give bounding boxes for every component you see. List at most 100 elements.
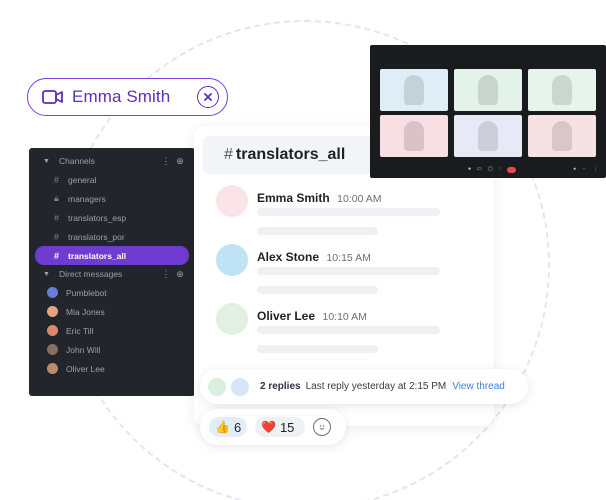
screen-share-icon[interactable]: ▢ [488, 166, 493, 172]
dm-label: Pumblebot [66, 287, 107, 298]
message-author[interactable]: Oliver Lee [257, 309, 315, 323]
participant-avatar [404, 121, 424, 151]
more-options-icon[interactable]: ⋮ [159, 156, 173, 167]
reaction-count: 15 [279, 419, 295, 435]
sidebar-channel-item[interactable]: # translators_all [35, 246, 189, 265]
dm-header[interactable]: ▼ Direct messages ⋮ ⊕ [29, 265, 195, 283]
close-call-button[interactable] [197, 86, 219, 108]
channel-label: managers [68, 193, 106, 204]
channel-label: translators_por [68, 231, 125, 242]
hash-icon: # [54, 174, 60, 185]
message-text-placeholder [257, 227, 378, 235]
sidebar-dm-item[interactable]: Mia Jones [29, 302, 195, 321]
video-tile[interactable] [454, 69, 522, 111]
add-dm-icon[interactable]: ⊕ [173, 269, 187, 280]
sidebar: ▼ Channels ⋮ ⊕ # general 🔒︎ managers # transl… [29, 148, 195, 396]
message-time: 10:00 AM [337, 193, 382, 205]
more-options-icon[interactable]: ⋮ [159, 269, 173, 280]
message-text-placeholder [257, 345, 378, 353]
close-icon [204, 93, 212, 101]
message-author[interactable]: Alex Stone [257, 250, 319, 264]
message-text-placeholder [257, 208, 440, 216]
message-author[interactable]: Emma Smith [257, 191, 330, 205]
caller-name: Emma Smith [72, 87, 171, 106]
lock-icon: 🔒︎ [54, 193, 59, 203]
avatar [47, 325, 58, 336]
video-tile[interactable] [380, 69, 448, 111]
thumbs-up-icon: 👍 [215, 420, 230, 434]
add-reaction-button[interactable] [313, 418, 331, 436]
channel-label: general [68, 174, 97, 185]
video-tile[interactable] [380, 115, 448, 157]
avatar [208, 377, 226, 396]
video-camera-icon [42, 90, 63, 104]
message[interactable]: Emma Smith 10:00 AM [216, 185, 382, 217]
message[interactable]: Oliver Lee 10:10 AM [216, 303, 367, 335]
video-tile[interactable] [454, 115, 522, 157]
message-text-placeholder [257, 286, 378, 294]
hash-icon: # [224, 146, 233, 163]
channels-header[interactable]: ▼ Channels ⋮ ⊕ [29, 152, 195, 170]
sidebar-channel-item[interactable]: # translators_esp [35, 208, 189, 227]
video-tile[interactable] [528, 69, 596, 111]
sidebar-channel-item[interactable]: # translators_por [35, 227, 189, 246]
heart-icon: ❤️ [261, 420, 276, 434]
channel-title: translators_all [235, 146, 346, 163]
chevron-down-icon[interactable]: ▼ [43, 271, 53, 278]
dm-label: Direct messages [59, 269, 123, 279]
message-text-placeholder [257, 326, 440, 334]
channel-label: translators_all [68, 250, 127, 261]
view-thread-link[interactable]: View thread [452, 381, 505, 392]
sidebar-channel-item[interactable]: 🔒︎ managers [35, 189, 189, 208]
sidebar-channel-item[interactable]: # general [35, 170, 189, 189]
sidebar-dm-item[interactable]: John Will [29, 340, 195, 359]
participants-icon[interactable]: ▫ [583, 166, 585, 172]
sidebar-dm-item[interactable]: Pumblebot [29, 283, 195, 302]
chevron-down-icon[interactable]: ▼ [43, 158, 53, 165]
avatar [231, 377, 249, 396]
reply-count: 2 replies [260, 381, 301, 392]
hash-icon: # [54, 212, 60, 223]
more-icon[interactable]: ⋮ [593, 166, 598, 172]
message-time: 10:10 AM [322, 311, 367, 323]
participant-avatar [552, 121, 572, 151]
avatar [47, 287, 58, 298]
last-reply-time: Last reply yesterday at 2:15 PM [305, 381, 447, 392]
camera-icon[interactable]: ▭ [477, 166, 482, 172]
dm-label: Eric Till [66, 325, 94, 336]
channel-label: translators_esp [68, 212, 127, 223]
participant-avatar [552, 75, 572, 105]
dm-label: John Will [66, 344, 101, 355]
video-tile[interactable] [528, 115, 596, 157]
avatar [47, 344, 58, 355]
reaction-count: 6 [233, 419, 242, 435]
avatar[interactable] [216, 303, 248, 335]
end-call-button[interactable] [507, 167, 516, 173]
avatar [47, 363, 58, 374]
participant-avatar [478, 75, 498, 105]
add-channel-icon[interactable]: ⊕ [173, 156, 187, 167]
call-pill[interactable]: Emma Smith [27, 78, 228, 116]
settings-icon[interactable]: ◌ [498, 166, 501, 172]
avatar[interactable] [216, 185, 248, 217]
channels-label: Channels [59, 156, 95, 166]
participant-avatar [478, 121, 498, 151]
mic-icon[interactable]: ● [468, 166, 471, 172]
thread-summary[interactable]: 2 replies Last reply yesterday at 2:15 P… [200, 369, 528, 404]
dm-label: Oliver Lee [66, 363, 105, 374]
channel-header: # translators_all [203, 136, 393, 174]
participant-avatar [404, 75, 424, 105]
reaction-thumbs-up[interactable]: 👍 6 [209, 417, 247, 437]
reaction-heart[interactable]: ❤️ 15 [255, 417, 305, 437]
video-call-window: ● ▭ ▢ ◌ ◂ ▫ ⋮ [370, 45, 606, 178]
smiley-plus-icon [319, 425, 325, 430]
message[interactable]: Alex Stone 10:15 AM [216, 244, 371, 276]
hash-icon: # [54, 231, 60, 242]
message-time: 10:15 AM [326, 252, 371, 264]
dm-label: Mia Jones [66, 306, 105, 317]
sidebar-dm-item[interactable]: Eric Till [29, 321, 195, 340]
chat-icon[interactable]: ◂ [573, 166, 576, 172]
avatar[interactable] [216, 244, 248, 276]
sidebar-dm-item[interactable]: Oliver Lee [29, 359, 195, 378]
hash-icon: # [54, 250, 60, 261]
